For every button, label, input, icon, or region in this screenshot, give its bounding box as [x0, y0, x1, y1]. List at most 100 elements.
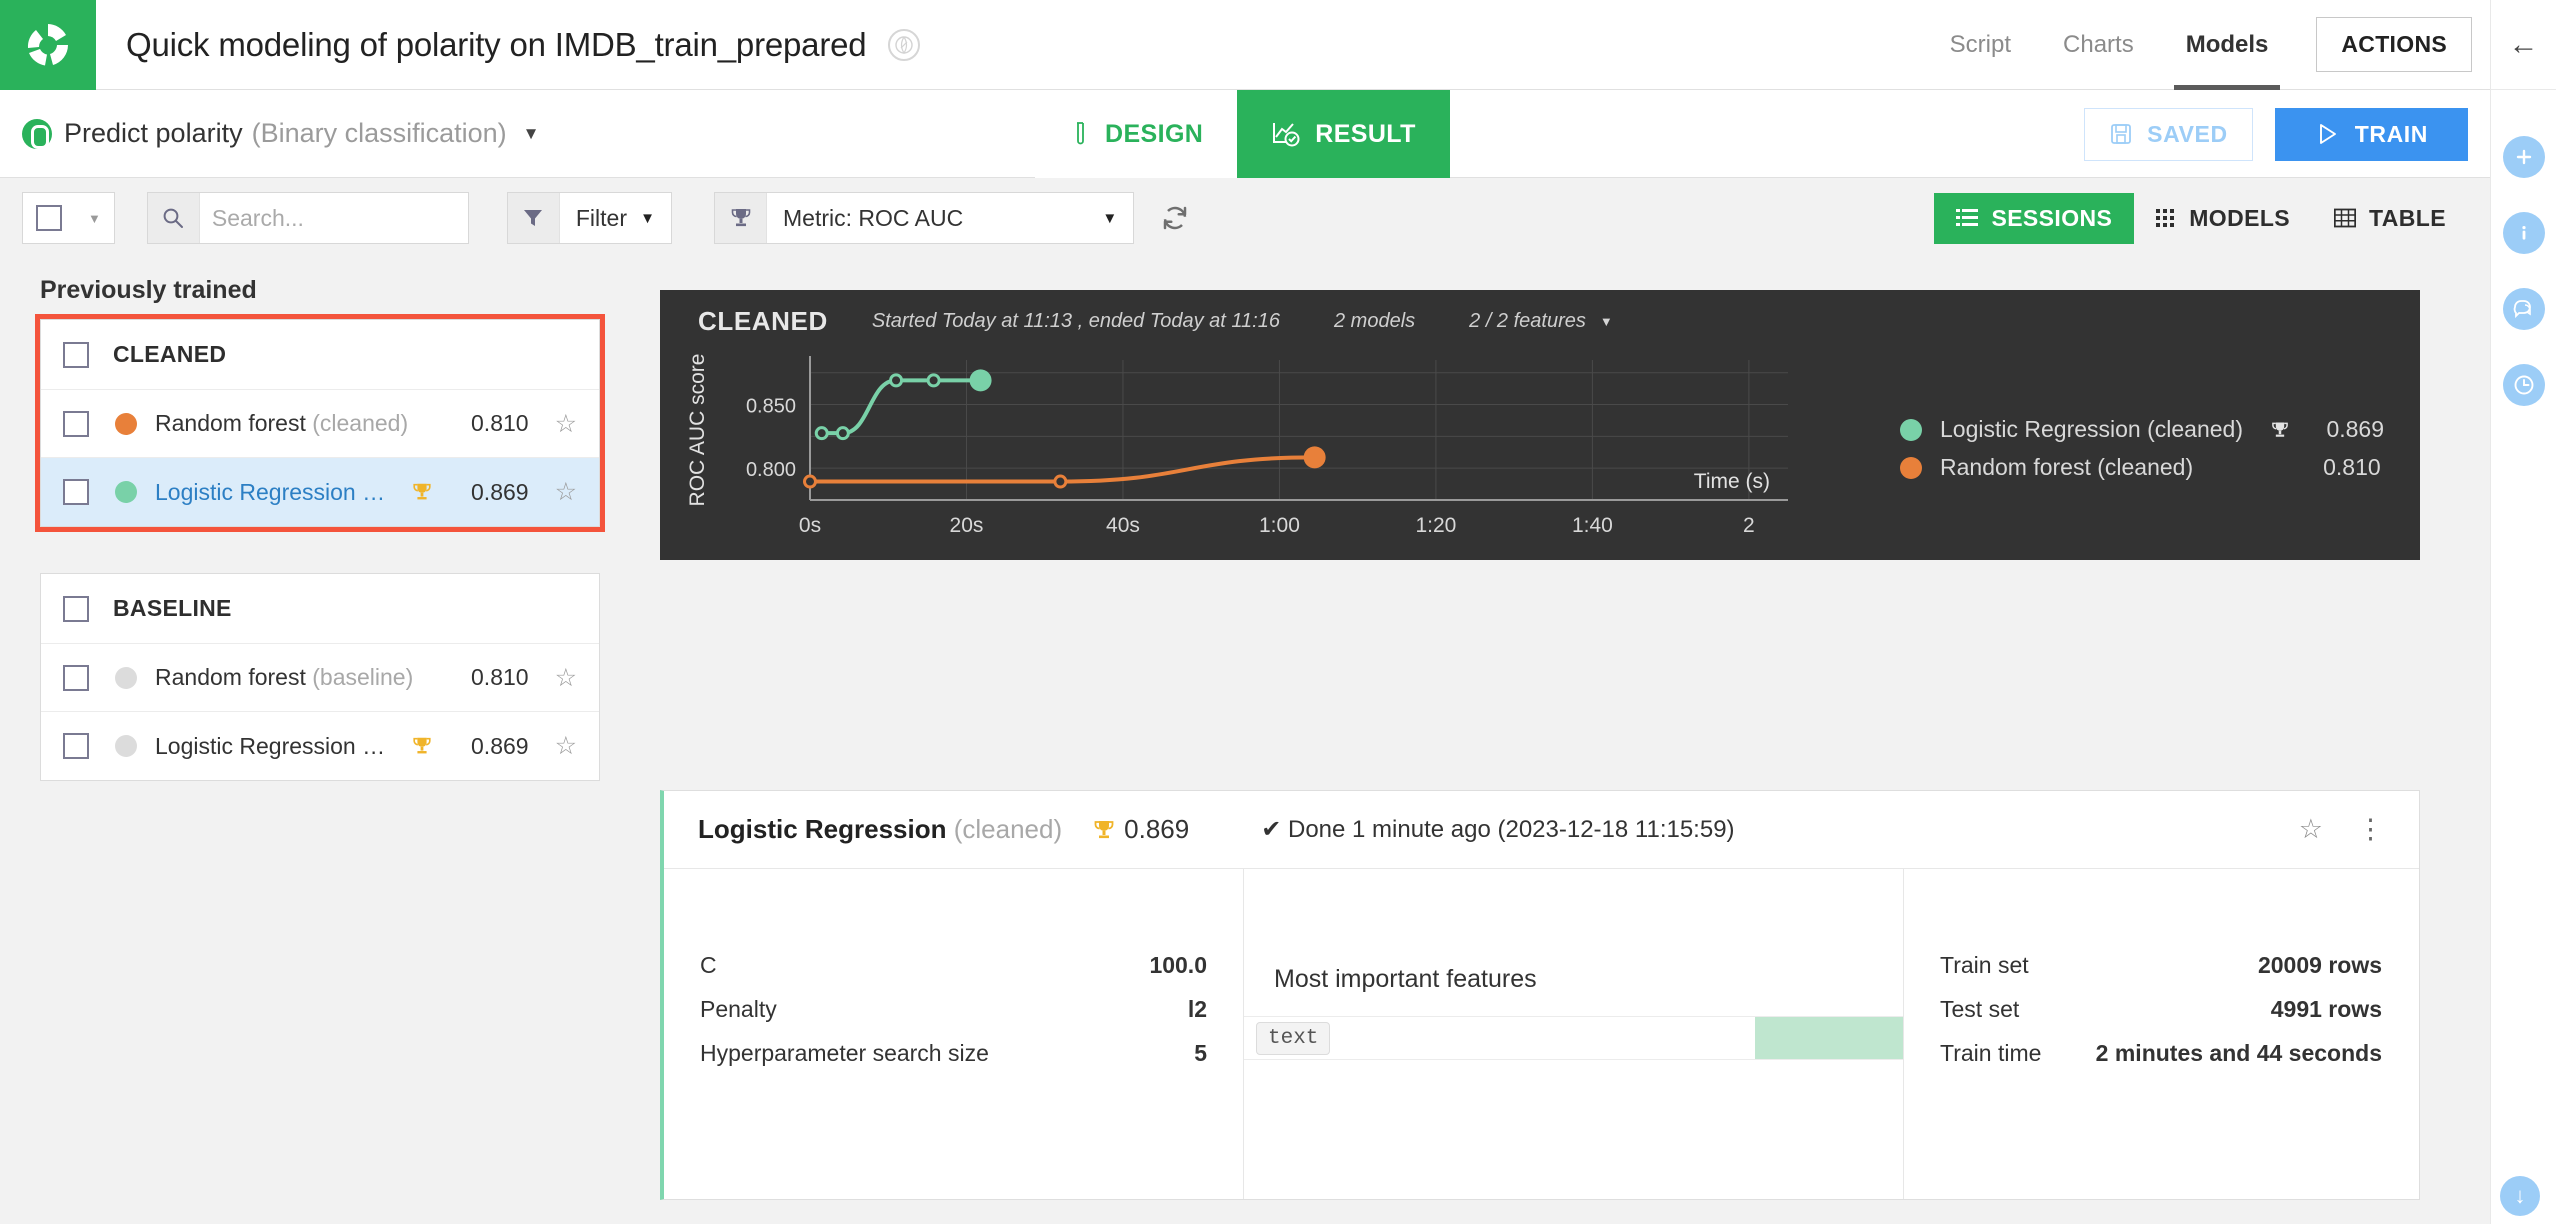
svg-text:ROC AUC score: ROC AUC score: [686, 354, 709, 507]
search-box[interactable]: [146, 192, 469, 244]
hyperparameter-row: Penalty l2: [664, 987, 1243, 1031]
star-outline-icon[interactable]: ☆: [2299, 814, 2323, 845]
row-checkbox[interactable]: [63, 410, 89, 437]
train-label: TRAIN: [2354, 120, 2428, 147]
info-icon[interactable]: [2502, 212, 2545, 254]
view-models[interactable]: MODELS: [2134, 193, 2312, 244]
hyperparameter-value: 100.0: [1149, 951, 1207, 978]
list-item[interactable]: Random forest (cleaned) 0.810 ☆: [41, 390, 599, 458]
chat-icon[interactable]: [2502, 288, 2545, 330]
train-button[interactable]: TRAIN: [2274, 107, 2468, 161]
session-features: 2 / 2 features: [1469, 309, 1586, 332]
model-row-suffix: (baseline): [312, 664, 414, 690]
legend-score: 0.869: [2326, 416, 2384, 442]
legend-label: Random forest (cleaned): [1940, 454, 2194, 480]
kebab-menu-icon[interactable]: ⋮: [2357, 814, 2385, 845]
checkbox-icon[interactable]: [23, 193, 75, 243]
lab-circle-icon[interactable]: [888, 28, 921, 61]
trophy-icon: [2270, 420, 2290, 440]
metric-dropdown[interactable]: Metric: ROC AUC ▼: [714, 192, 1135, 244]
plus-icon[interactable]: [2502, 136, 2545, 178]
view-table[interactable]: TABLE: [2312, 193, 2468, 244]
series-color-dot: [115, 412, 137, 435]
stat-row: Train time 2 minutes and 44 seconds: [1904, 1031, 2418, 1075]
chevron-down-icon[interactable]: ▼: [640, 210, 655, 227]
chevron-down-icon[interactable]: ▼: [75, 211, 114, 226]
actions-button[interactable]: ACTIONS: [2316, 17, 2472, 72]
trophy-icon: [411, 481, 433, 503]
select-all-dropdown[interactable]: ▼: [22, 192, 115, 244]
star-outline-icon[interactable]: ☆: [555, 477, 577, 507]
session-group-cleaned: CLEANED Random forest (cleaned) 0.810 ☆ …: [40, 319, 600, 527]
session-group-baseline-wrap: BASELINE Random forest (baseline) 0.810 …: [40, 573, 600, 781]
legend-item[interactable]: Logistic Regression (cleaned) 0.869: [1900, 416, 2384, 443]
svg-text:1:00: 1:00: [1259, 514, 1300, 537]
view-models-label: MODELS: [2189, 204, 2291, 231]
model-card-status: ✔ Done 1 minute ago (2023-12-18 11:15:59…: [1261, 815, 1734, 844]
model-card-score: 0.869: [1124, 814, 1190, 844]
view-sessions[interactable]: SESSIONS: [1934, 192, 2135, 244]
model-row-name: Random forest (cleaned): [155, 410, 408, 437]
row-checkbox[interactable]: [63, 479, 89, 505]
tab-result-label: RESULT: [1315, 119, 1416, 148]
model-selector[interactable]: Predict polarity (Binary classification)…: [22, 118, 539, 149]
top-bar: Quick modeling of polarity on IMDB_train…: [0, 0, 2490, 90]
list-item[interactable]: Logistic Regression … 0.869 ☆: [41, 712, 599, 780]
saved-button[interactable]: SAVED: [2084, 107, 2253, 161]
chart-legend: Logistic Regression (cleaned) 0.869 Rand…: [1900, 416, 2384, 492]
series-color-dot: [115, 735, 137, 757]
clock-icon[interactable]: [2502, 364, 2545, 406]
star-outline-icon[interactable]: ☆: [555, 731, 577, 761]
nav-charts[interactable]: Charts: [2037, 0, 2160, 90]
group-header-baseline[interactable]: BASELINE: [41, 574, 599, 644]
svg-text:0.850: 0.850: [746, 396, 796, 418]
group-checkbox[interactable]: [63, 341, 89, 368]
session-chart-card: CLEANED Started Today at 11:13 , ended T…: [660, 290, 2420, 560]
nav-models[interactable]: Models: [2160, 0, 2295, 90]
star-outline-icon[interactable]: ☆: [555, 409, 577, 439]
tab-design[interactable]: DESIGN: [1035, 90, 1238, 178]
hyperparameters-column: C 100.0 Penalty l2 Hyperparameter search…: [664, 869, 1244, 1199]
funnel-icon: [507, 193, 560, 243]
tab-result[interactable]: RESULT: [1237, 90, 1450, 178]
chart-check-icon: [1271, 120, 1301, 148]
feature-name: text: [1256, 1021, 1331, 1055]
list-item[interactable]: Logistic Regression … 0.869 ☆: [41, 458, 599, 526]
group-checkbox[interactable]: [63, 595, 89, 622]
legend-item[interactable]: Random forest (cleaned) 0.810: [1900, 454, 2384, 481]
row-checkbox[interactable]: [63, 733, 89, 759]
search-input[interactable]: [199, 193, 468, 243]
model-kind: (Binary classification): [251, 118, 507, 148]
group-header-cleaned[interactable]: CLEANED: [41, 320, 599, 390]
row-checkbox[interactable]: [63, 664, 89, 691]
model-card-title: Logistic Regression (cleaned): [698, 814, 1062, 845]
chevron-down-icon[interactable]: ▼: [1600, 314, 1613, 329]
model-row-score: 0.869: [471, 732, 529, 759]
group-label: BASELINE: [113, 595, 232, 621]
list-item[interactable]: Random forest (baseline) 0.810 ☆: [41, 644, 599, 712]
svg-text:20s: 20s: [950, 514, 984, 537]
model-name: Predict polarity: [64, 118, 243, 148]
app-logo[interactable]: [0, 0, 96, 90]
search-icon: [147, 193, 200, 243]
stat-value: 2 minutes and 44 seconds: [2095, 1039, 2382, 1066]
refresh-icon[interactable]: [1160, 203, 1190, 233]
model-row-suffix: (cleaned): [312, 410, 409, 436]
scroll-down-button[interactable]: ↓: [2500, 1176, 2540, 1216]
star-outline-icon[interactable]: ☆: [555, 663, 577, 693]
check-icon: ✔: [1261, 816, 1282, 843]
session-title: CLEANED: [698, 305, 828, 336]
chevron-down-icon[interactable]: ▼: [523, 124, 540, 144]
stat-row: Train set 20009 rows: [1904, 943, 2418, 987]
filter-dropdown[interactable]: Filter ▼: [506, 192, 672, 244]
session-models-count: 2 models: [1333, 309, 1416, 332]
svg-text:0.800: 0.800: [746, 459, 796, 481]
chevron-down-icon[interactable]: ▼: [1102, 210, 1117, 227]
table-icon: [2334, 208, 2357, 228]
session-timing: Started Today at 11:13 , ended Today at …: [871, 309, 1280, 332]
legend-score: 0.810: [2323, 454, 2381, 480]
nav-script[interactable]: Script: [1924, 0, 2037, 90]
design-result-tabs: DESIGN RESULT: [1035, 90, 1450, 178]
arrow-left-icon[interactable]: ←: [2491, 0, 2556, 90]
svg-text:0s: 0s: [799, 514, 821, 537]
